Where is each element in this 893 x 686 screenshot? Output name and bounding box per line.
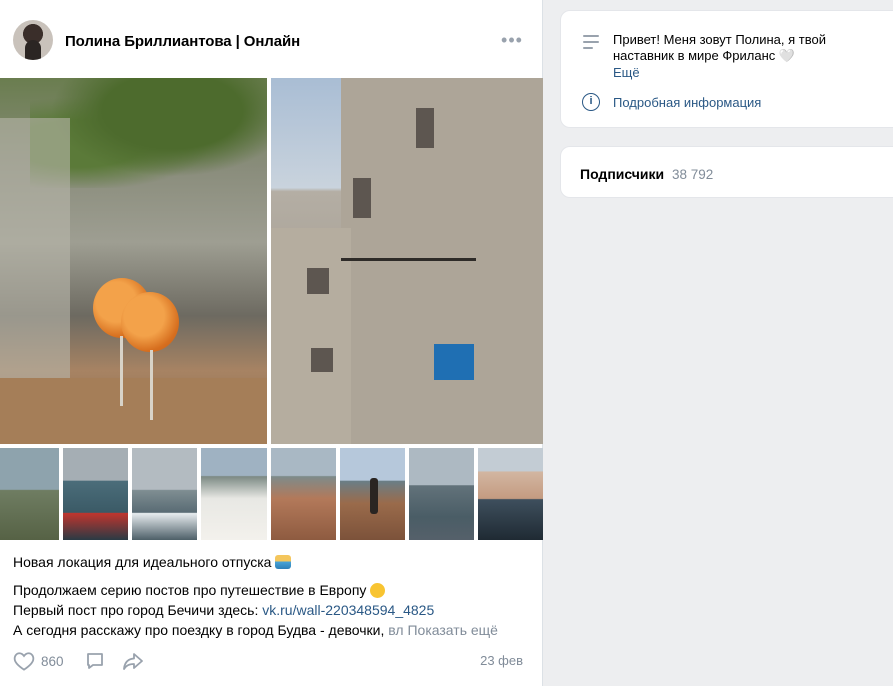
share-button[interactable] [121, 649, 145, 673]
today-text: А сегодня расскажу про поездку в город Б… [13, 622, 385, 638]
comment-button[interactable] [85, 649, 105, 673]
post-today-line: А сегодня расскажу про поездку в город Б… [13, 621, 533, 640]
photo-thumb-town[interactable] [271, 448, 336, 540]
about-more-link[interactable]: Ещё [613, 65, 640, 80]
about-card: Привет! Меня зовут Полина, я твой настав… [560, 10, 893, 128]
post-first-link-line: Первый пост про город Бечичи здесь: vk.r… [13, 601, 434, 620]
photo-thumb-boat[interactable] [132, 448, 197, 540]
author-name[interactable]: Полина Бриллиантова | Онлайн [65, 33, 300, 50]
post-title-line: Новая локация для идеального отпуска [13, 553, 292, 572]
smiling-hearts-emoji-icon [370, 583, 386, 598]
photo-thumb-coast[interactable] [0, 448, 59, 540]
photo-thumb-selfie[interactable] [478, 448, 543, 540]
photo-cafe-drinks[interactable] [0, 78, 267, 444]
post-date[interactable]: 23 фев [480, 653, 523, 668]
photo-thumb-jetski[interactable] [63, 448, 128, 540]
text-lines-icon [583, 35, 601, 49]
heart-icon [13, 652, 35, 671]
show-more-link[interactable]: Показать ещё [407, 622, 498, 638]
photo-thumb-girl-sea[interactable] [340, 448, 405, 540]
about-text: Привет! Меня зовут Полина, я твой настав… [613, 32, 826, 63]
today-faded-text: вл [384, 622, 404, 638]
like-button[interactable]: 860 [13, 649, 64, 673]
more-icon[interactable]: ••• [498, 30, 526, 52]
post-intro-line: Продолжаем серию постов про путешествие … [13, 581, 386, 600]
first-post-link[interactable]: vk.ru/wall-220348594_4825 [262, 602, 434, 618]
subscribers-label: Подписчики [580, 166, 665, 182]
photo-thumb-food[interactable] [201, 448, 267, 540]
post-title: Новая локация для идеального отпуска [13, 554, 272, 570]
like-count: 860 [41, 653, 64, 669]
photo-stone-building[interactable] [271, 78, 543, 444]
post-card: Полина Бриллиантова | Онлайн ••• Новая л… [0, 0, 543, 686]
bay-emoji-icon [275, 555, 292, 569]
subscribers-count: 38 792 [672, 167, 714, 182]
avatar[interactable] [13, 20, 53, 60]
post-header: Полина Бриллиантова | Онлайн ••• [0, 0, 543, 78]
post-footer: 860 23 фев [13, 649, 531, 673]
details-link[interactable]: Подробная информация [613, 95, 761, 110]
share-icon [123, 653, 143, 670]
first-post-prefix: Первый пост про город Бечичи здесь: [13, 602, 263, 618]
subscribers-card[interactable]: Подписчики 38 792 [560, 146, 893, 198]
post-intro: Продолжаем серию постов про путешествие … [13, 582, 367, 598]
photo-thumb-bay[interactable] [409, 448, 474, 540]
info-icon: i [582, 93, 600, 111]
comment-icon [87, 653, 103, 669]
